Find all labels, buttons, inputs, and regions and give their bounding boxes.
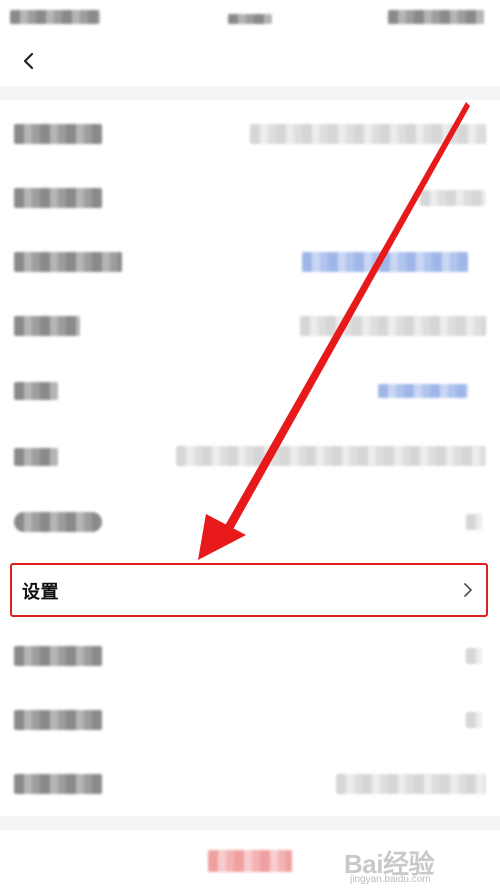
- chevron-right-icon: [464, 583, 472, 597]
- list-item[interactable]: [0, 230, 500, 294]
- row-label-blurred: [14, 448, 58, 466]
- row-value-blurred: [420, 190, 486, 206]
- list-item[interactable]: [0, 688, 500, 752]
- status-time-blurred: [10, 10, 100, 24]
- row-chevron-blurred: [466, 648, 482, 664]
- row-label-blurred: [14, 124, 102, 144]
- list-item[interactable]: [0, 358, 500, 422]
- section-divider: [0, 816, 500, 830]
- row-link-blurred: [302, 252, 468, 272]
- settings-row[interactable]: 设置: [10, 563, 488, 617]
- chevron-left-icon: [23, 52, 34, 70]
- row-value-blurred: [336, 774, 486, 794]
- row-label-blurred: [14, 382, 58, 400]
- row-chevron-blurred: [466, 514, 482, 530]
- row-value-blurred: [250, 124, 486, 144]
- row-label-blurred: [14, 710, 102, 730]
- row-value-blurred: [176, 446, 486, 466]
- logout-button-blurred[interactable]: [208, 850, 292, 872]
- settings-screen: 设置 Bai经验 jingyan.baidu.com: [0, 0, 500, 891]
- status-bar: [0, 0, 500, 38]
- baidu-jingyan-watermark: Bai经验 jingyan.baidu.com: [344, 844, 494, 888]
- list-item[interactable]: [0, 490, 500, 554]
- nav-bar: [0, 38, 500, 84]
- row-label-blurred: [14, 646, 102, 666]
- row-label-blurred: [14, 316, 80, 336]
- status-center-blurred: [228, 14, 272, 24]
- list-item[interactable]: [0, 624, 500, 688]
- row-chevron-blurred: [466, 712, 482, 728]
- watermark-url: jingyan.baidu.com: [350, 874, 431, 885]
- list-item[interactable]: [0, 424, 500, 488]
- row-label-blurred: [14, 188, 102, 208]
- row-label-blurred: [14, 252, 122, 272]
- list-item[interactable]: [0, 294, 500, 358]
- status-icons-blurred: [388, 10, 484, 24]
- section-divider: [0, 86, 500, 100]
- row-label-blurred: [14, 512, 102, 532]
- back-button[interactable]: [14, 46, 44, 76]
- settings-label: 设置: [22, 582, 59, 602]
- row-link-blurred: [378, 384, 468, 398]
- list-item[interactable]: [0, 752, 500, 816]
- row-value-blurred: [300, 316, 486, 336]
- row-label-blurred: [14, 774, 102, 794]
- list-item[interactable]: [0, 102, 500, 166]
- list-item[interactable]: [0, 166, 500, 230]
